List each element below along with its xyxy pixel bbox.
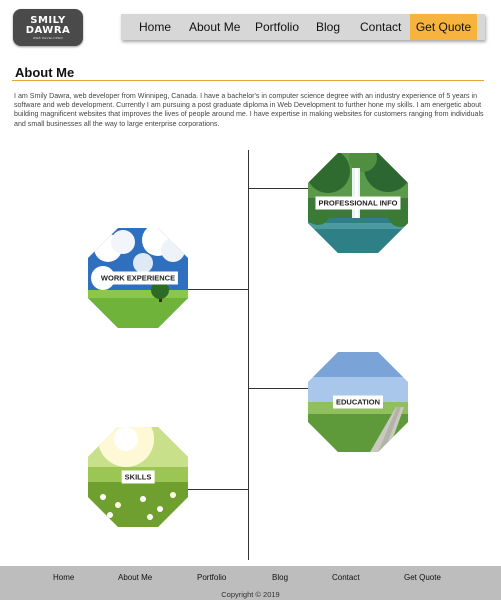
logo[interactable]: SMILY DAWRA WEB DEVELOPER <box>13 9 83 46</box>
professional-info-label: PROFESSIONAL INFO <box>315 196 401 210</box>
title-divider <box>12 80 484 81</box>
footer-link-portfolio[interactable]: Portfolio <box>197 573 226 582</box>
footer-link-about-me[interactable]: About Me <box>118 573 152 582</box>
logo-tagline: WEB DEVELOPER <box>33 36 63 40</box>
timeline-connector-skills <box>186 489 248 490</box>
nav-about-me[interactable]: About Me <box>189 14 240 40</box>
footer-link-home[interactable]: Home <box>53 573 74 582</box>
copyright-text: Copyright © 2019 <box>221 590 280 599</box>
skills-label: SKILLS <box>121 470 155 484</box>
timeline-connector-education <box>249 388 309 389</box>
footer-link-get-quote[interactable]: Get Quote <box>404 573 441 582</box>
footer-link-contact[interactable]: Contact <box>332 573 360 582</box>
timeline-connector-professional <box>249 188 309 189</box>
nav-home[interactable]: Home <box>139 14 171 40</box>
about-paragraph: I am Smily Dawra, web developer from Win… <box>14 92 484 128</box>
work-experience-card[interactable]: WORK EXPERIENCE <box>88 228 188 328</box>
timeline-connector-work <box>186 289 248 290</box>
footer: Home About Me Portfolio Blog Contact Get… <box>0 566 501 600</box>
nav-blog[interactable]: Blog <box>316 14 340 40</box>
timeline-axis <box>248 150 249 560</box>
main-nav: Home About Me Portfolio Blog Contact Get… <box>121 14 485 40</box>
education-label: EDUCATION <box>332 395 384 409</box>
skills-card[interactable]: SKILLS <box>88 427 188 527</box>
nav-portfolio[interactable]: Portfolio <box>255 14 299 40</box>
logo-line2: DAWRA <box>25 25 71 36</box>
section-title: About Me <box>15 65 75 80</box>
nav-get-quote-button[interactable]: Get Quote <box>410 14 477 40</box>
work-experience-label: WORK EXPERIENCE <box>97 271 179 285</box>
footer-link-blog[interactable]: Blog <box>272 573 288 582</box>
professional-info-card[interactable]: PROFESSIONAL INFO <box>308 153 408 253</box>
education-card[interactable]: EDUCATION <box>308 352 408 452</box>
nav-contact[interactable]: Contact <box>360 14 401 40</box>
